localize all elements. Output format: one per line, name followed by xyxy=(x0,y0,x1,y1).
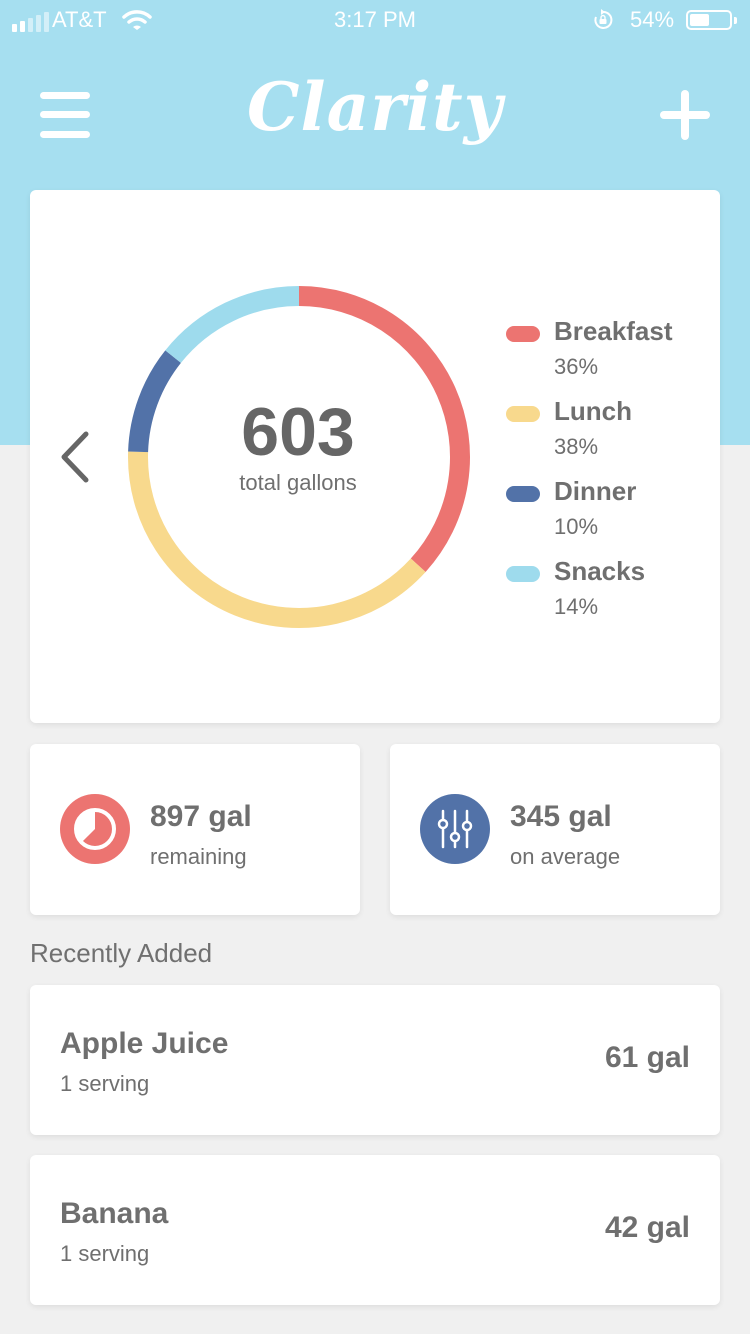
item-name: Apple Juice xyxy=(60,1027,229,1060)
legend-swatch xyxy=(506,566,540,582)
battery-icon xyxy=(686,10,737,30)
legend-percent: 14% xyxy=(554,594,599,619)
section-title: Recently Added xyxy=(30,938,213,968)
total-value: 603 xyxy=(241,394,355,470)
legend-label: Dinner xyxy=(554,476,637,506)
status-bar: AT&T 3:17 PM 54% xyxy=(0,0,750,40)
average-card[interactable]: 345 gal on average xyxy=(390,744,720,915)
legend-percent: 38% xyxy=(554,434,599,459)
donut-segment-dinner xyxy=(128,350,182,453)
item-serving: 1 serving xyxy=(60,1071,150,1096)
sliders-icon xyxy=(420,794,490,864)
remaining-card[interactable]: 897 gal remaining xyxy=(30,744,360,915)
rotation-lock-icon xyxy=(592,9,614,37)
remaining-value: 897 gal xyxy=(150,800,252,833)
add-button[interactable] xyxy=(660,90,710,140)
remaining-label: remaining xyxy=(150,844,247,869)
legend-swatch xyxy=(506,486,540,502)
donut-segment-snacks xyxy=(165,286,300,363)
total-label: total gallons xyxy=(239,470,357,495)
legend-label: Snacks xyxy=(554,556,646,586)
list-item[interactable]: Apple Juice 1 serving 61 gal xyxy=(30,985,720,1135)
battery-percent: 54% xyxy=(630,7,675,32)
timer-icon xyxy=(60,794,130,864)
app-title: Clarity xyxy=(246,68,504,146)
legend-percent: 10% xyxy=(554,514,599,539)
item-amount: 61 gal xyxy=(604,1041,690,1074)
summary-card: 603 total gallons Breakfast 36% Lunch 38… xyxy=(30,190,720,723)
legend-swatch xyxy=(506,326,540,342)
list-item[interactable]: Banana 1 serving 42 gal xyxy=(30,1155,720,1305)
item-amount: 42 gal xyxy=(604,1211,690,1244)
average-label: on average xyxy=(510,844,621,869)
legend-label: Breakfast xyxy=(554,316,673,346)
legend-percent: 36% xyxy=(554,354,599,379)
average-value: 345 gal xyxy=(510,800,612,833)
item-name: Banana xyxy=(60,1197,169,1230)
legend-label: Lunch xyxy=(554,396,632,426)
item-serving: 1 serving xyxy=(60,1241,150,1266)
legend-swatch xyxy=(506,406,540,422)
